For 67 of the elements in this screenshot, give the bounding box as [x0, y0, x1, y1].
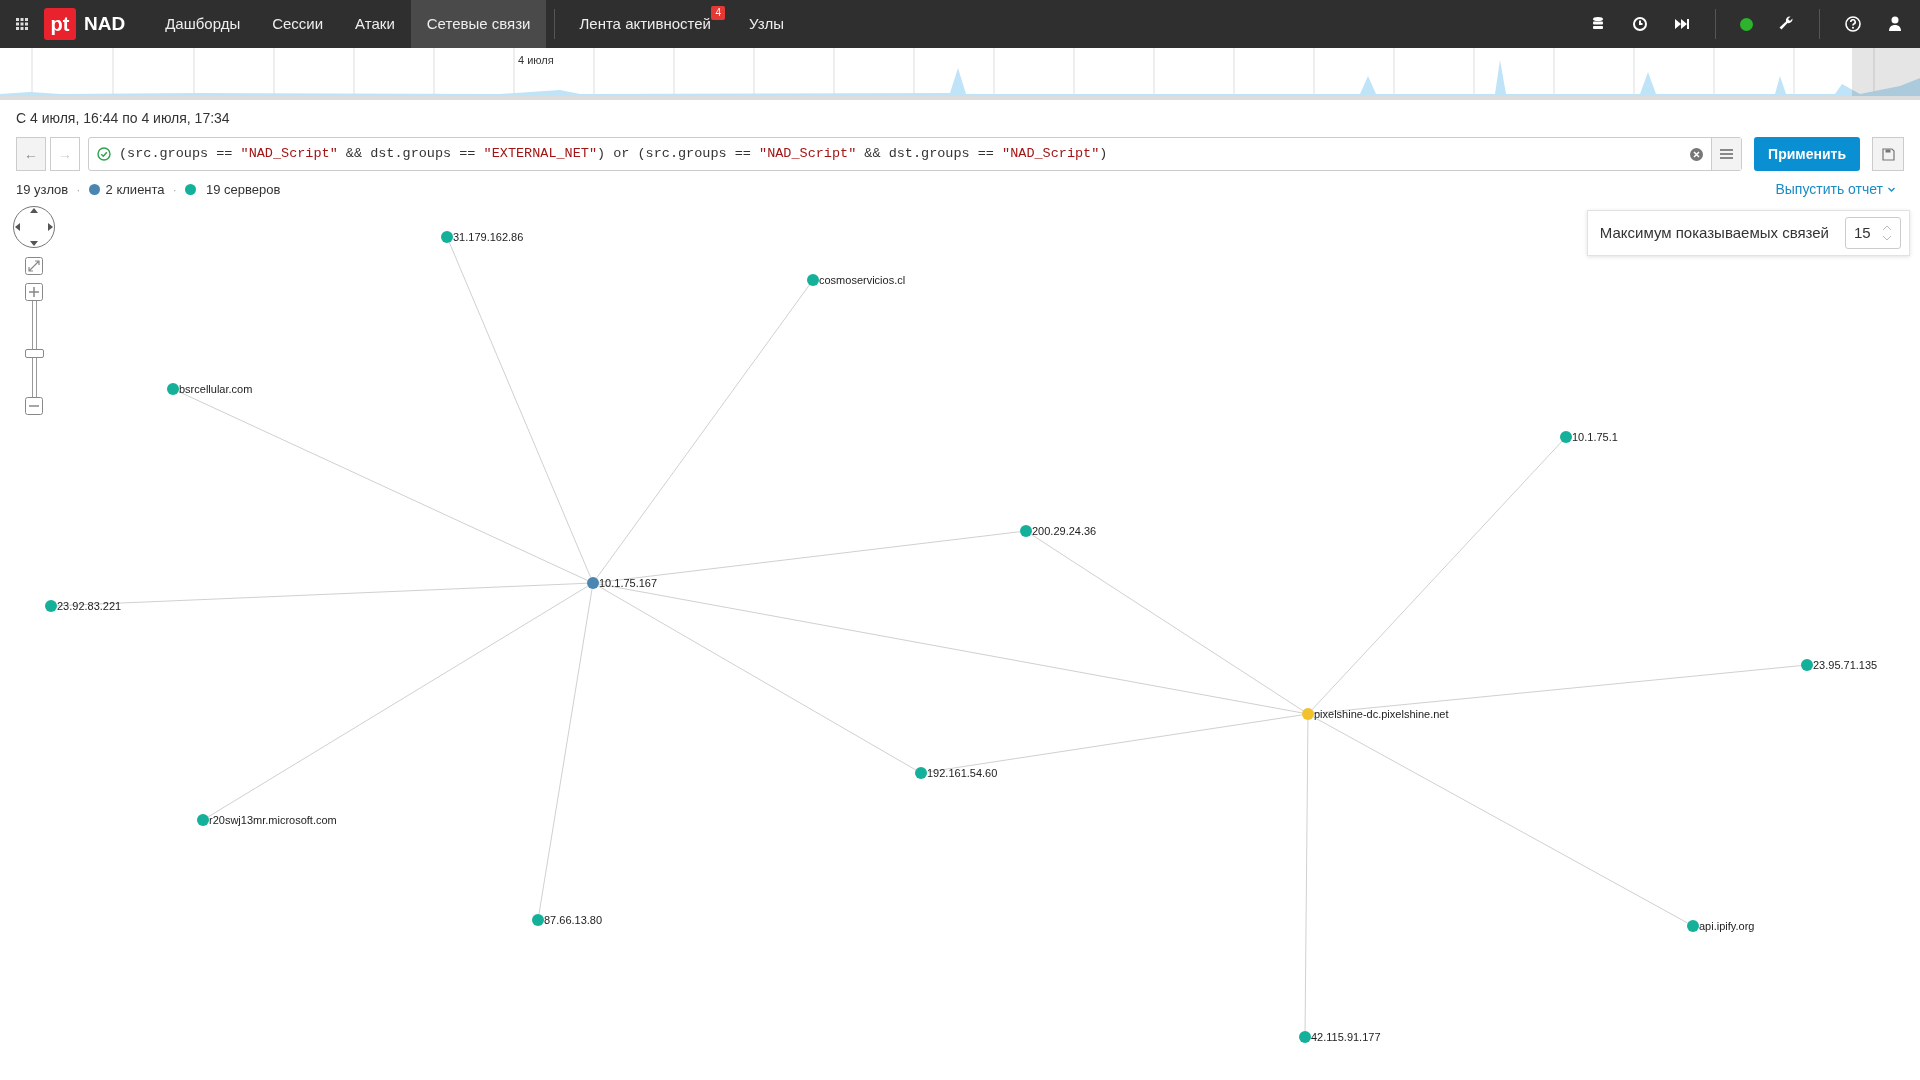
node-label: 10.1.75.1 — [1572, 431, 1618, 443]
save-icon[interactable] — [1881, 148, 1895, 162]
max-links-field[interactable]: 15 — [1845, 217, 1901, 249]
apply-button[interactable]: Применить — [1754, 137, 1860, 171]
node-dot[interactable] — [1299, 1031, 1311, 1043]
node-label: 42.115.91.177 — [1311, 1031, 1381, 1043]
node-dot[interactable] — [807, 274, 819, 286]
help-icon[interactable] — [1844, 15, 1862, 33]
separator-dot: · — [76, 180, 81, 199]
nav-tab[interactable]: Дашборды — [149, 0, 257, 48]
node-label: bsrcellular.com — [179, 383, 253, 395]
apps-grid-icon[interactable] — [16, 18, 28, 30]
timeline-date-label: 4 июля — [518, 53, 554, 68]
node-label: api.ipify.org — [1699, 920, 1755, 932]
notification-badge: 4 — [711, 6, 725, 20]
period-text: С 4 июля, 16:44 по 4 июля, 17:34 — [16, 109, 231, 128]
product-name: NAD — [84, 11, 126, 36]
clear-icon[interactable] — [1690, 147, 1704, 161]
node-dot[interactable] — [532, 914, 544, 926]
node-dot[interactable] — [1687, 920, 1699, 932]
node-dot[interactable] — [915, 767, 927, 779]
legend-label: 2 клиента — [105, 180, 165, 199]
node-dot[interactable] — [197, 814, 209, 826]
zoom-out-icon[interactable] — [25, 397, 43, 415]
node-label: 192.161.54.60 — [927, 767, 998, 779]
node-dot[interactable] — [1302, 708, 1314, 720]
nav-tab[interactable]: Атаки — [339, 0, 411, 48]
nav-tab[interactable]: Узлы — [733, 0, 800, 48]
query-text: (src.groups == "NAD_Script" && dst.groups == "EXTERNAL_NET") or (src.groups == "NAD_Script" && dst.groups == "NAD_Script") — [119, 144, 1109, 163]
node-label: r20swj13mr.microsoft.com — [209, 814, 337, 826]
user-icon[interactable] — [1886, 15, 1904, 33]
save-button[interactable] — [1872, 137, 1904, 171]
node-label: 10.1.75.167 — [599, 577, 658, 589]
max-links-label: Максимум показываемых связей — [1599, 222, 1829, 243]
separator-dot: · — [172, 180, 177, 199]
pan-control[interactable] — [12, 205, 56, 249]
node-label: 23.95.71.135 — [1813, 659, 1878, 671]
fit-screen-icon[interactable] — [25, 257, 43, 275]
node-label: cosmoservicios.cl — [819, 274, 906, 286]
node-label: 31.179.162.86 — [453, 231, 524, 243]
logo[interactable]: pt — [44, 8, 76, 40]
node-dot[interactable] — [167, 383, 179, 395]
chevron-down-icon[interactable] — [1887, 185, 1896, 194]
wrench-icon[interactable] — [1777, 15, 1795, 33]
zoom-slider-handle[interactable] — [24, 349, 44, 358]
node-label: 23.92.83.221 — [57, 600, 122, 612]
spinner-icon[interactable] — [1882, 224, 1892, 242]
nav-tab[interactable]: Сетевые связи — [410, 0, 547, 48]
menu-icon[interactable] — [1720, 149, 1734, 159]
nav-tab[interactable]: Сессии — [256, 0, 340, 48]
node-dot[interactable] — [1020, 525, 1032, 537]
nav-tab[interactable]: Лента активностей 4 — [563, 0, 733, 48]
node-label: 200.29.24.36 — [1032, 525, 1097, 537]
menu-button[interactable] — [1711, 138, 1742, 170]
node-dot[interactable] — [1560, 431, 1572, 443]
node-count: 19 узлов — [16, 180, 69, 199]
node-dot[interactable] — [441, 231, 453, 243]
legend-label: 19 серверов — [205, 180, 281, 199]
node-label: 87.66.13.80 — [544, 914, 603, 926]
node-label: pixelshine-dc.pixelshine.net — [1314, 708, 1449, 720]
report-link[interactable]: Выпустить отчет — [1775, 179, 1883, 200]
node-dot[interactable] — [587, 577, 599, 589]
query-field[interactable]: (src.groups == "NAD_Script" && dst.groups == "EXTERNAL_NET") or (src.groups == "NAD_Script" && dst.groups == "NAD_Script") — [88, 137, 1743, 171]
zoom-in-icon[interactable] — [25, 283, 43, 301]
node-dot[interactable] — [1801, 659, 1813, 671]
node-dot[interactable] — [45, 600, 57, 612]
clock-icon[interactable] — [1631, 15, 1649, 33]
